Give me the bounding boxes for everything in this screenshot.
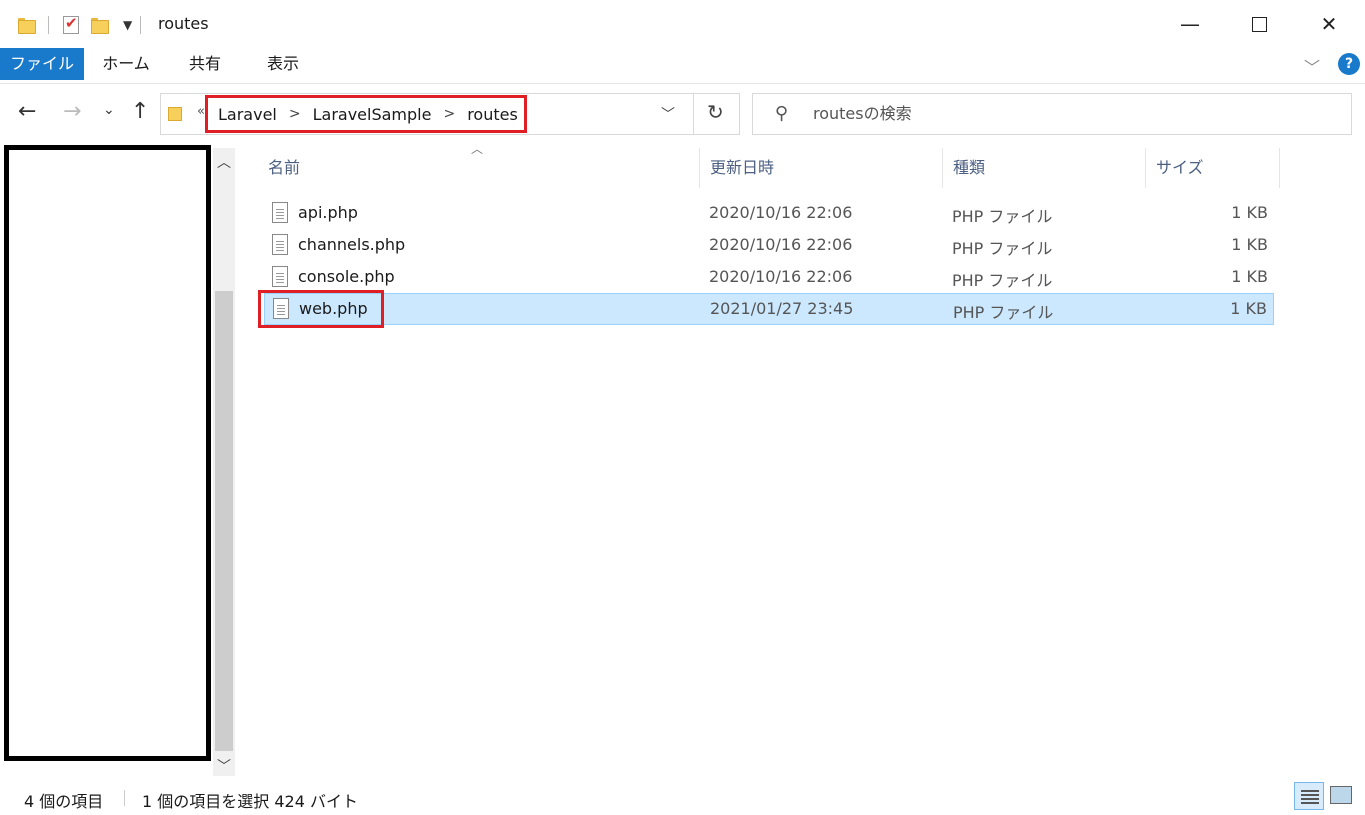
breadcrumb-item-routes[interactable]: routes bbox=[467, 105, 518, 124]
expand-ribbon-chevron-icon[interactable]: ﹀ bbox=[1304, 54, 1320, 78]
column-header-date[interactable]: 更新日時 bbox=[700, 148, 943, 188]
file-date: 2021/01/27 23:45 bbox=[710, 299, 854, 318]
details-view-icon[interactable] bbox=[1294, 782, 1324, 810]
divider bbox=[124, 790, 125, 806]
tab-home[interactable]: ホーム bbox=[88, 48, 164, 80]
file-size: 1 KB bbox=[1230, 299, 1267, 318]
folder-icon bbox=[18, 18, 36, 34]
column-header-type[interactable]: 種類 bbox=[943, 148, 1146, 188]
up-arrow-icon[interactable]: ↑ bbox=[131, 99, 149, 124]
scrollbar-thumb[interactable] bbox=[215, 291, 233, 751]
overflow-chevron-icon[interactable]: « bbox=[197, 104, 205, 119]
navigation-pane[interactable] bbox=[4, 145, 211, 761]
tab-view[interactable]: 表示 bbox=[248, 48, 318, 80]
file-type: PHP ファイル bbox=[952, 207, 1053, 226]
minimize-button[interactable]: — bbox=[1155, 0, 1225, 48]
file-size: 1 KB bbox=[1231, 267, 1268, 286]
breadcrumb-item-laravel[interactable]: Laravel bbox=[218, 105, 277, 124]
search-input[interactable] bbox=[813, 104, 1213, 123]
breadcrumb-item-laravelsample[interactable]: LaravelSample bbox=[313, 105, 432, 124]
file-list: ︿ 名前 更新日時 種類 サイズ api.php 2020/10/16 22:0… bbox=[258, 142, 1308, 773]
file-row-console[interactable]: console.php 2020/10/16 22:06 PHP ファイル 1 … bbox=[264, 262, 1274, 294]
recent-locations-chevron-icon[interactable]: ⌄ bbox=[103, 102, 115, 118]
php-file-icon bbox=[272, 234, 288, 255]
file-date: 2020/10/16 22:06 bbox=[709, 203, 853, 222]
chevron-right-icon[interactable]: > bbox=[443, 106, 455, 122]
file-row-web[interactable]: web.php 2021/01/27 23:45 PHP ファイル 1 KB bbox=[264, 293, 1274, 325]
file-row-channels[interactable]: channels.php 2020/10/16 22:06 PHP ファイル 1… bbox=[264, 230, 1274, 262]
file-type: PHP ファイル bbox=[953, 303, 1054, 322]
close-button[interactable]: ✕ bbox=[1294, 0, 1364, 48]
file-row-api[interactable]: api.php 2020/10/16 22:06 PHP ファイル 1 KB bbox=[264, 198, 1274, 230]
file-type: PHP ファイル bbox=[952, 271, 1053, 290]
scroll-up-chevron-icon[interactable]: ︿ bbox=[217, 152, 231, 172]
window-title: routes bbox=[158, 14, 209, 33]
file-date: 2020/10/16 22:06 bbox=[709, 235, 853, 254]
folder-icon bbox=[168, 107, 182, 121]
file-name: channels.php bbox=[298, 235, 406, 254]
help-icon[interactable]: ? bbox=[1338, 53, 1360, 75]
maximize-button[interactable] bbox=[1224, 0, 1294, 48]
status-bar: 4 個の項目 1 個の項目を選択 424 バイト bbox=[0, 778, 1365, 815]
item-count: 4 個の項目 bbox=[24, 792, 104, 811]
tab-share[interactable]: 共有 bbox=[170, 48, 240, 80]
file-date: 2020/10/16 22:06 bbox=[709, 267, 853, 286]
scroll-down-chevron-icon[interactable]: ﹀ bbox=[217, 756, 231, 776]
customize-toolbar-chevron-icon[interactable]: ▼ bbox=[123, 18, 132, 32]
address-bar[interactable]: « Laravel > LaravelSample > routes ﹀ ↻ bbox=[160, 93, 740, 135]
chevron-right-icon[interactable]: > bbox=[289, 106, 301, 122]
highlight-annotation bbox=[258, 290, 384, 328]
address-history-chevron-icon[interactable]: ﹀ bbox=[661, 104, 675, 124]
php-file-icon bbox=[272, 266, 288, 287]
maximize-icon bbox=[1251, 16, 1267, 32]
selection-info: 1 個の項目を選択 424 バイト bbox=[142, 792, 358, 811]
divider bbox=[693, 94, 694, 134]
quick-access-toolbar: ▼ bbox=[12, 12, 149, 38]
php-file-icon bbox=[272, 202, 288, 223]
file-type: PHP ファイル bbox=[952, 239, 1053, 258]
column-header-size[interactable]: サイズ bbox=[1146, 148, 1280, 188]
search-icon: ⚲ bbox=[775, 103, 789, 124]
minimize-icon: — bbox=[1180, 12, 1200, 36]
divider bbox=[48, 16, 49, 34]
forward-arrow-icon[interactable]: → bbox=[63, 99, 81, 124]
refresh-icon[interactable]: ↻ bbox=[707, 100, 724, 124]
ribbon-tabs: ファイル ホーム 共有 表示 ﹀ ? bbox=[0, 48, 1365, 84]
properties-icon[interactable] bbox=[63, 14, 79, 34]
search-box[interactable]: ⚲ bbox=[752, 93, 1352, 135]
title-bar: ▼ routes — ✕ bbox=[0, 0, 1365, 48]
file-size: 1 KB bbox=[1231, 203, 1268, 222]
file-name: api.php bbox=[298, 203, 358, 222]
file-name: console.php bbox=[298, 267, 395, 286]
large-icons-view-icon[interactable] bbox=[1330, 786, 1352, 804]
file-size: 1 KB bbox=[1231, 235, 1268, 254]
navigation-bar: ← → ⌄ ↑ « Laravel > LaravelSample > rout… bbox=[0, 85, 1365, 145]
column-header-name[interactable]: 名前 bbox=[258, 148, 700, 188]
back-arrow-icon[interactable]: ← bbox=[18, 99, 36, 124]
column-header-row: ︿ 名前 更新日時 種類 サイズ bbox=[258, 142, 1280, 188]
divider bbox=[140, 16, 142, 34]
new-folder-icon[interactable] bbox=[91, 18, 109, 34]
navigation-pane-scrollbar[interactable]: ︿ ﹀ bbox=[213, 148, 235, 776]
breadcrumb: Laravel > LaravelSample > routes bbox=[205, 95, 527, 133]
close-icon: ✕ bbox=[1320, 12, 1338, 36]
tab-file[interactable]: ファイル bbox=[0, 48, 84, 80]
